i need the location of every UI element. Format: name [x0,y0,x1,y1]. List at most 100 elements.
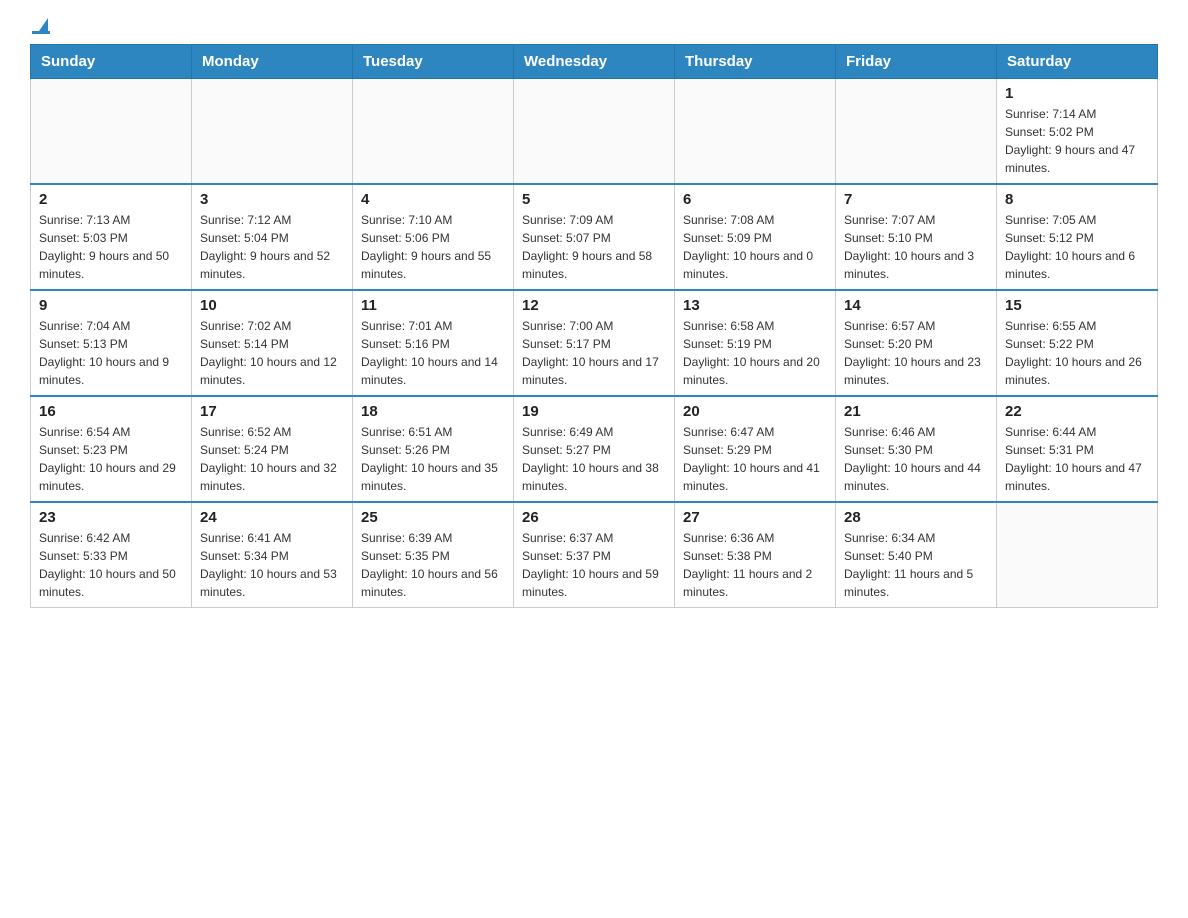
day-info: Sunrise: 7:13 AMSunset: 5:03 PMDaylight:… [39,211,183,283]
day-number: 11 [361,297,505,314]
calendar-day-cell: 9 Sunrise: 7:04 AMSunset: 5:13 PMDaylight… [31,290,192,396]
calendar-day-cell: 2 Sunrise: 7:13 AMSunset: 5:03 PMDaylight… [31,184,192,290]
calendar-body: 1 Sunrise: 7:14 AMSunset: 5:02 PMDaylight… [31,79,1158,608]
calendar-day-cell: 4Sunrise: 7:10 AMSunset: 5:06 PMDaylight… [353,184,514,290]
calendar-day-cell: 3 Sunrise: 7:12 AMSunset: 5:04 PMDaylight… [192,184,353,290]
day-info: Sunrise: 6:47 AMSunset: 5:29 PMDaylight:… [683,423,827,495]
day-number: 24 [200,509,344,526]
day-number: 22 [1005,403,1149,420]
day-number: 12 [522,297,666,314]
calendar-day-cell: 28 Sunrise: 6:34 AMSunset: 5:40 PMDayligh… [836,502,997,608]
day-number: 1 [1005,85,1149,102]
calendar-day-cell: 27 Sunrise: 6:36 AMSunset: 5:38 PMDayligh… [675,502,836,608]
calendar-day-cell: 21 Sunrise: 6:46 AMSunset: 5:30 PMDayligh… [836,396,997,502]
calendar-day-cell: 5 Sunrise: 7:09 AMSunset: 5:07 PMDaylight… [514,184,675,290]
calendar-day-cell: 18Sunrise: 6:51 AMSunset: 5:26 PMDayligh… [353,396,514,502]
day-info: Sunrise: 7:12 AMSunset: 5:04 PMDaylight:… [200,211,344,283]
day-number: 25 [361,509,505,526]
day-number: 3 [200,191,344,208]
day-info: Sunrise: 6:36 AMSunset: 5:38 PMDaylight:… [683,529,827,601]
day-info: Sunrise: 6:54 AMSunset: 5:23 PMDaylight:… [39,423,183,495]
day-info: Sunrise: 7:04 AMSunset: 5:13 PMDaylight:… [39,317,183,389]
day-info: Sunrise: 7:10 AMSunset: 5:06 PMDaylight:… [361,211,505,283]
day-number: 14 [844,297,988,314]
calendar-day-cell: 12 Sunrise: 7:00 AMSunset: 5:17 PMDayligh… [514,290,675,396]
day-info: Sunrise: 6:41 AMSunset: 5:34 PMDaylight:… [200,529,344,601]
calendar-day-cell: 24 Sunrise: 6:41 AMSunset: 5:34 PMDayligh… [192,502,353,608]
day-of-week-header: Friday [836,45,997,79]
day-of-week-header: Monday [192,45,353,79]
calendar-day-cell [514,79,675,185]
calendar-day-cell: 14 Sunrise: 6:57 AMSunset: 5:20 PMDayligh… [836,290,997,396]
calendar-day-cell [353,79,514,185]
calendar-day-cell: 7 Sunrise: 7:07 AMSunset: 5:10 PMDaylight… [836,184,997,290]
day-info: Sunrise: 6:34 AMSunset: 5:40 PMDaylight:… [844,529,988,601]
day-number: 27 [683,509,827,526]
day-number: 16 [39,403,183,420]
day-info: Sunrise: 6:58 AMSunset: 5:19 PMDaylight:… [683,317,827,389]
day-info: Sunrise: 6:44 AMSunset: 5:31 PMDaylight:… [1005,423,1149,495]
day-of-week-header: Tuesday [353,45,514,79]
day-number: 10 [200,297,344,314]
day-info: Sunrise: 6:57 AMSunset: 5:20 PMDaylight:… [844,317,988,389]
day-info: Sunrise: 6:37 AMSunset: 5:37 PMDaylight:… [522,529,666,601]
calendar-day-cell: 19 Sunrise: 6:49 AMSunset: 5:27 PMDayligh… [514,396,675,502]
header-row: SundayMondayTuesdayWednesdayThursdayFrid… [31,45,1158,79]
calendar-day-cell: 1 Sunrise: 7:14 AMSunset: 5:02 PMDaylight… [997,79,1158,185]
day-number: 2 [39,191,183,208]
calendar-day-cell: 16 Sunrise: 6:54 AMSunset: 5:23 PMDayligh… [31,396,192,502]
calendar-day-cell: 13 Sunrise: 6:58 AMSunset: 5:19 PMDayligh… [675,290,836,396]
day-number: 8 [1005,191,1149,208]
calendar-day-cell [836,79,997,185]
day-info: Sunrise: 7:05 AMSunset: 5:12 PMDaylight:… [1005,211,1149,283]
calendar-week-row: 2 Sunrise: 7:13 AMSunset: 5:03 PMDaylight… [31,184,1158,290]
calendar-day-cell: 17Sunrise: 6:52 AMSunset: 5:24 PMDayligh… [192,396,353,502]
day-number: 9 [39,297,183,314]
calendar-day-cell [997,502,1158,608]
day-info: Sunrise: 6:46 AMSunset: 5:30 PMDaylight:… [844,423,988,495]
day-info: Sunrise: 7:08 AMSunset: 5:09 PMDaylight:… [683,211,827,283]
day-number: 21 [844,403,988,420]
day-info: Sunrise: 6:49 AMSunset: 5:27 PMDaylight:… [522,423,666,495]
day-info: Sunrise: 6:39 AMSunset: 5:35 PMDaylight:… [361,529,505,601]
day-number: 28 [844,509,988,526]
calendar-week-row: 16 Sunrise: 6:54 AMSunset: 5:23 PMDayligh… [31,396,1158,502]
day-info: Sunrise: 6:55 AMSunset: 5:22 PMDaylight:… [1005,317,1149,389]
calendar-day-cell [31,79,192,185]
calendar-table: SundayMondayTuesdayWednesdayThursdayFrid… [30,44,1158,608]
day-info: Sunrise: 7:00 AMSunset: 5:17 PMDaylight:… [522,317,666,389]
day-info: Sunrise: 7:07 AMSunset: 5:10 PMDaylight:… [844,211,988,283]
page-header [30,20,1158,34]
day-info: Sunrise: 7:14 AMSunset: 5:02 PMDaylight:… [1005,105,1149,177]
calendar-day-cell: 8 Sunrise: 7:05 AMSunset: 5:12 PMDaylight… [997,184,1158,290]
day-of-week-header: Thursday [675,45,836,79]
calendar-day-cell: 15Sunrise: 6:55 AMSunset: 5:22 PMDayligh… [997,290,1158,396]
day-number: 19 [522,403,666,420]
day-number: 13 [683,297,827,314]
day-of-week-header: Wednesday [514,45,675,79]
calendar-day-cell: 22 Sunrise: 6:44 AMSunset: 5:31 PMDayligh… [997,396,1158,502]
day-number: 18 [361,403,505,420]
calendar-day-cell: 26 Sunrise: 6:37 AMSunset: 5:37 PMDayligh… [514,502,675,608]
calendar-day-cell [192,79,353,185]
day-info: Sunrise: 7:02 AMSunset: 5:14 PMDaylight:… [200,317,344,389]
calendar-header: SundayMondayTuesdayWednesdayThursdayFrid… [31,45,1158,79]
day-number: 7 [844,191,988,208]
calendar-week-row: 1 Sunrise: 7:14 AMSunset: 5:02 PMDaylight… [31,79,1158,185]
day-of-week-header: Saturday [997,45,1158,79]
day-number: 26 [522,509,666,526]
day-of-week-header: Sunday [31,45,192,79]
day-info: Sunrise: 7:01 AMSunset: 5:16 PMDaylight:… [361,317,505,389]
calendar-day-cell: 6 Sunrise: 7:08 AMSunset: 5:09 PMDaylight… [675,184,836,290]
calendar-day-cell: 23 Sunrise: 6:42 AMSunset: 5:33 PMDayligh… [31,502,192,608]
day-number: 23 [39,509,183,526]
calendar-day-cell: 20 Sunrise: 6:47 AMSunset: 5:29 PMDayligh… [675,396,836,502]
day-number: 20 [683,403,827,420]
day-number: 6 [683,191,827,208]
day-info: Sunrise: 6:42 AMSunset: 5:33 PMDaylight:… [39,529,183,601]
calendar-day-cell [675,79,836,185]
calendar-day-cell: 10 Sunrise: 7:02 AMSunset: 5:14 PMDayligh… [192,290,353,396]
day-number: 5 [522,191,666,208]
day-info: Sunrise: 7:09 AMSunset: 5:07 PMDaylight:… [522,211,666,283]
calendar-week-row: 9 Sunrise: 7:04 AMSunset: 5:13 PMDaylight… [31,290,1158,396]
